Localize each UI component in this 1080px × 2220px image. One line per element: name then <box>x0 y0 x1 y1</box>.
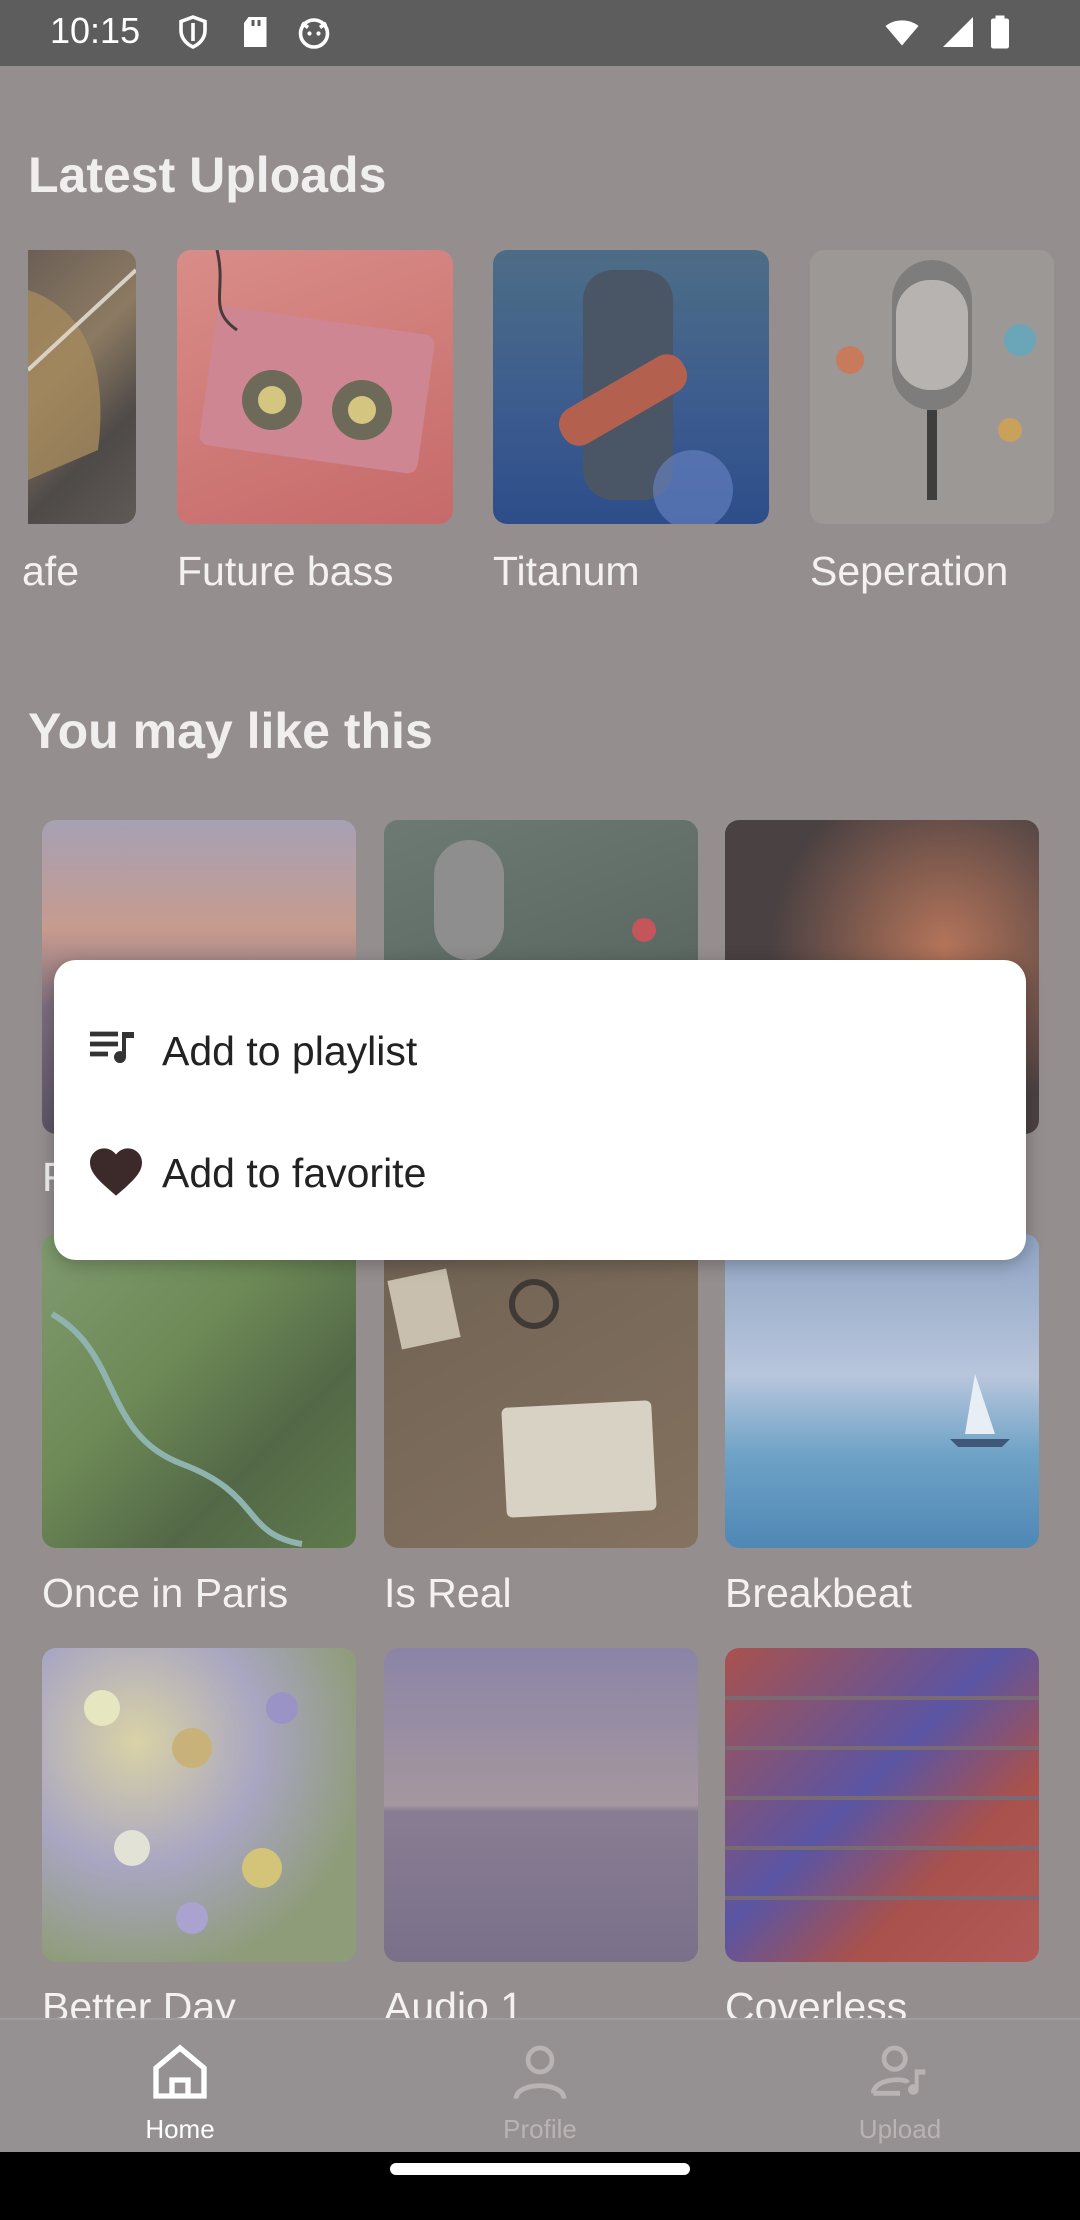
recommendation-card[interactable]: Is Real <box>384 1234 698 1616</box>
album-cover-image <box>384 1234 698 1548</box>
latest-upload-card[interactable]: Future bass <box>177 250 453 594</box>
album-cover-image <box>384 1648 698 1962</box>
heart-icon <box>90 1148 142 1196</box>
album-cover-image <box>177 250 453 524</box>
recommendation-card[interactable]: Better Day <box>42 1648 356 2018</box>
you-may-like-title: You may like this <box>28 703 433 759</box>
album-cover-image <box>42 1648 356 1962</box>
nav-profile[interactable]: Profile <box>430 2020 650 2154</box>
add-to-playlist-menu-item[interactable]: Add to playlist <box>54 990 1026 1110</box>
album-cover-image <box>725 1648 1039 1962</box>
album-title: Breakbeat <box>725 1570 912 1616</box>
sd-card-icon <box>244 17 267 47</box>
album-title: Is Real <box>384 1570 512 1616</box>
cat-face-icon <box>298 18 330 49</box>
wifi-icon <box>885 20 919 46</box>
album-title: Future bass <box>177 548 394 594</box>
latest-upload-card[interactable]: Seperation <box>810 250 1054 594</box>
recommendation-card[interactable]: Once in Paris <box>42 1234 356 1616</box>
album-cover-image <box>810 250 1054 524</box>
album-cover-image <box>493 250 769 524</box>
album-cover-image <box>28 250 136 524</box>
person-icon <box>513 2045 567 2100</box>
album-title: Titanum <box>493 548 640 594</box>
home-gesture-handle[interactable] <box>390 2163 690 2175</box>
home-icon <box>153 2044 207 2099</box>
status-time: 10:15 <box>50 10 141 51</box>
add-to-favorite-menu-item[interactable]: Add to favorite <box>54 1112 1026 1232</box>
shield-icon <box>179 15 207 49</box>
album-title: Coverless <box>725 1984 908 2018</box>
recommendation-card[interactable]: Breakbeat <box>725 1234 1039 1616</box>
latest-uploads-title: Latest Uploads <box>28 147 387 203</box>
latest-upload-card[interactable]: Titanum <box>493 250 769 594</box>
nav-upload[interactable]: Upload <box>790 2020 1010 2154</box>
album-title: Audio 1 <box>384 1984 524 2018</box>
album-cover-image <box>42 1234 356 1548</box>
nav-label: Upload <box>858 2114 942 2144</box>
context-menu: Add to playlist Add to favorite <box>54 960 1026 1260</box>
nav-home[interactable]: Home <box>70 2020 290 2154</box>
album-title: Seperation <box>810 548 1009 594</box>
recommendation-card[interactable]: Audio 1 <box>384 1648 698 2018</box>
latest-upload-card[interactable]: afe <box>0 250 140 594</box>
album-title: Once in Paris <box>42 1570 289 1616</box>
recommendation-card[interactable]: Coverless <box>725 1648 1039 2018</box>
upload-user-music-icon <box>870 2045 926 2096</box>
nav-label: Home <box>145 2114 215 2144</box>
album-title: Better Day <box>42 1984 236 2018</box>
signal-icon <box>943 17 973 47</box>
album-cover-image <box>725 1234 1039 1548</box>
menu-item-label: Add to playlist <box>162 1028 418 1074</box>
bottom-navigation: Home Profile Upload <box>0 2018 1080 2154</box>
nav-label: Profile <box>503 2114 577 2144</box>
playlist-add-icon <box>90 1031 134 1064</box>
status-bar: 10:15 <box>0 0 1080 66</box>
album-title: afe <box>22 548 79 594</box>
battery-icon <box>991 15 1009 49</box>
menu-item-label: Add to favorite <box>162 1150 427 1196</box>
